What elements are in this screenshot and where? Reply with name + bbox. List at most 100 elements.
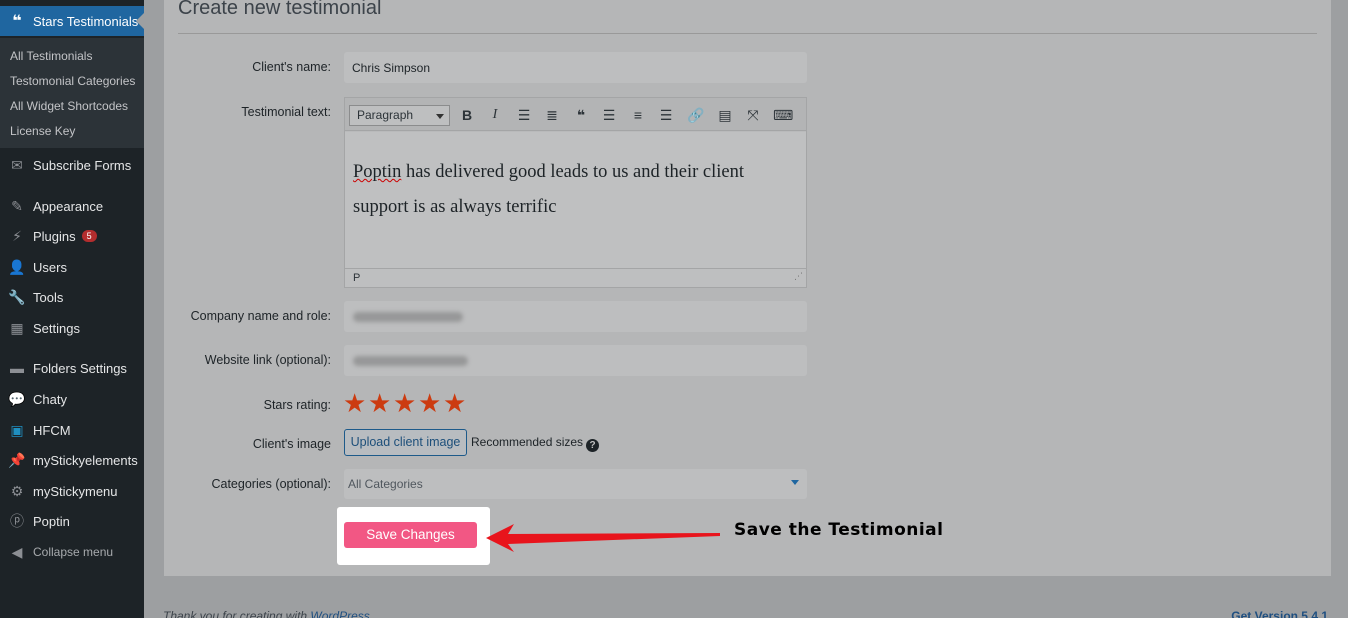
submenu-widget-shortcodes[interactable]: All Widget Shortcodes <box>10 99 128 113</box>
align-center-icon[interactable]: ≡ <box>628 106 648 124</box>
robot-icon: ▣ <box>10 421 24 438</box>
title-divider <box>178 33 1317 34</box>
menu-users[interactable]: 👤 Users <box>0 252 144 282</box>
help-icon[interactable]: ? <box>586 439 600 452</box>
format-select-value: Paragraph <box>357 108 414 122</box>
gear-icon: ⚙ <box>10 482 24 499</box>
client-name-label: Client's name: <box>252 60 331 74</box>
website-label: Website link (optional): <box>204 353 331 367</box>
wrench-icon: 🔧 <box>8 288 26 305</box>
quote-icon: ❝ <box>12 13 22 30</box>
menu-label: Chaty <box>33 391 67 407</box>
menu-label: Folders Settings <box>33 360 127 376</box>
company-label: Company name and role: <box>190 309 331 323</box>
menu-tools[interactable]: 🔧 Tools <box>0 282 144 312</box>
upload-client-image-button[interactable]: Upload client image <box>344 429 467 456</box>
menu-label: Plugins <box>33 228 76 244</box>
paintbrush-icon: ✎ <box>11 197 23 214</box>
misspelled-word: Poptin <box>353 162 402 182</box>
link-icon[interactable]: 🔗 <box>686 106 706 124</box>
bold-icon[interactable]: B <box>457 106 477 124</box>
align-right-icon[interactable]: ☰ <box>656 106 676 124</box>
resize-handle-icon[interactable]: ⋰ <box>794 267 803 285</box>
client-image-label: Client's image <box>252 437 331 451</box>
poptin-logo-icon: ⓟ <box>10 513 24 529</box>
annotation-text: Save the Testimonial <box>734 520 944 540</box>
blurred-value <box>353 356 468 366</box>
stars-rating-label: Stars rating: <box>263 398 331 412</box>
testimonial-text-label: Testimonial text: <box>241 105 331 119</box>
menu-label: HFCM <box>33 422 71 438</box>
recommended-sizes: Recommended sizes? <box>471 435 600 452</box>
submenu-all-testimonials[interactable]: All Testimonials <box>10 49 92 63</box>
envelope-icon: ✉ <box>11 156 23 173</box>
menu-mystickymenu[interactable]: ⚙ myStickymenu <box>0 476 144 506</box>
categories-label: Categories (optional): <box>211 477 331 491</box>
pin-icon: 📌 <box>8 451 26 468</box>
client-name-value: Chris Simpson <box>352 61 431 75</box>
menu-stars-testimonials[interactable]: ❝ Stars Testimonials <box>0 6 144 36</box>
blurred-value <box>353 312 463 322</box>
update-count-badge: 5 <box>81 230 97 242</box>
menu-subscribe-forms[interactable]: ✉ Subscribe Forms <box>0 150 144 180</box>
menu-appearance[interactable]: ✎ Appearance <box>0 191 144 221</box>
menu-label: Settings <box>33 320 80 336</box>
menu-poptin[interactable]: ⓟ Poptin <box>0 506 144 536</box>
footer-thanks-text: Thank you for creating with <box>163 609 311 618</box>
menu-hfcm[interactable]: ▣ HFCM <box>0 415 144 445</box>
collapse-icon: ◀ <box>11 543 23 560</box>
bullet-list-icon[interactable]: ☰ <box>514 106 534 124</box>
stars-rating[interactable]: ★ ★ ★ ★ ★ <box>343 390 468 416</box>
chevron-down-icon <box>791 480 799 485</box>
menu-label: Tools <box>33 289 64 305</box>
menu-label: Appearance <box>33 198 104 214</box>
element-path[interactable]: P <box>353 272 360 284</box>
menu-label: myStickyelements <box>33 452 138 468</box>
chevron-down-icon <box>436 114 444 119</box>
align-left-icon[interactable]: ☰ <box>599 106 619 124</box>
recommended-sizes-text: Recommended sizes <box>471 435 584 449</box>
sliders-icon: ▦ <box>10 319 24 336</box>
editor-content-area[interactable]: Poptin has delivered good leads to us an… <box>345 132 806 268</box>
read-more-icon[interactable]: ▤ <box>715 106 735 124</box>
chat-icon: 💬 <box>8 390 26 407</box>
menu-mystickyelements[interactable]: 📌 myStickyelements <box>0 445 144 475</box>
admin-sidebar: ❝ Stars Testimonials All Testimonials Te… <box>0 0 144 618</box>
company-input[interactable] <box>344 301 807 332</box>
footer-thanks: Thank you for creating with WordPress <box>163 609 370 618</box>
star-icon[interactable]: ★ <box>418 390 443 416</box>
star-icon[interactable]: ★ <box>393 390 418 416</box>
page-title: Create new testimonial <box>178 0 382 19</box>
blockquote-icon[interactable]: ❝ <box>571 106 591 124</box>
fullscreen-icon[interactable]: ⤧ <box>743 106 763 124</box>
italic-icon[interactable]: I <box>485 106 505 124</box>
menu-plugins[interactable]: ⚡ Plugins 5 <box>0 221 144 251</box>
menu-label: Subscribe Forms <box>33 157 132 173</box>
star-icon[interactable]: ★ <box>343 390 368 416</box>
submenu-license-key[interactable]: License Key <box>10 124 75 138</box>
client-name-input[interactable]: Chris Simpson <box>344 52 807 83</box>
submenu: All Testimonials Testomonial Categories … <box>0 38 144 148</box>
plug-icon: ⚡ <box>12 227 22 244</box>
menu-label: Poptin <box>33 513 70 529</box>
collapse-menu-button[interactable]: ◀ Collapse menu <box>0 537 144 567</box>
menu-label: Users <box>33 259 67 275</box>
wordpress-link[interactable]: WordPress <box>310 609 369 618</box>
menu-folders-settings[interactable]: ▬ Folders Settings <box>0 353 144 383</box>
website-input[interactable] <box>344 345 807 376</box>
star-icon[interactable]: ★ <box>443 390 468 416</box>
version-link[interactable]: Get Version 5.4.1 <box>1231 609 1328 618</box>
numbered-list-icon[interactable]: ≣ <box>542 106 562 124</box>
categories-select[interactable]: All Categories <box>344 469 807 499</box>
editor-toolbar: Paragraph B I ☰ ≣ ❝ ☰ ≡ ☰ 🔗 ▤ ⤧ ⌨ <box>345 98 806 131</box>
star-icon[interactable]: ★ <box>368 390 393 416</box>
toolbar-toggle-icon[interactable]: ⌨ <box>773 106 793 124</box>
format-select[interactable]: Paragraph <box>349 105 450 126</box>
menu-settings[interactable]: ▦ Settings <box>0 313 144 343</box>
menu-chaty[interactable]: 💬 Chaty <box>0 384 144 414</box>
save-changes-button[interactable]: Save Changes <box>344 522 477 548</box>
testimonial-editor: Paragraph B I ☰ ≣ ❝ ☰ ≡ ☰ 🔗 ▤ ⤧ ⌨ Poptin… <box>344 97 807 288</box>
submenu-categories[interactable]: Testomonial Categories <box>10 74 135 88</box>
folder-icon: ▬ <box>10 360 24 376</box>
categories-value: All Categories <box>348 477 423 491</box>
